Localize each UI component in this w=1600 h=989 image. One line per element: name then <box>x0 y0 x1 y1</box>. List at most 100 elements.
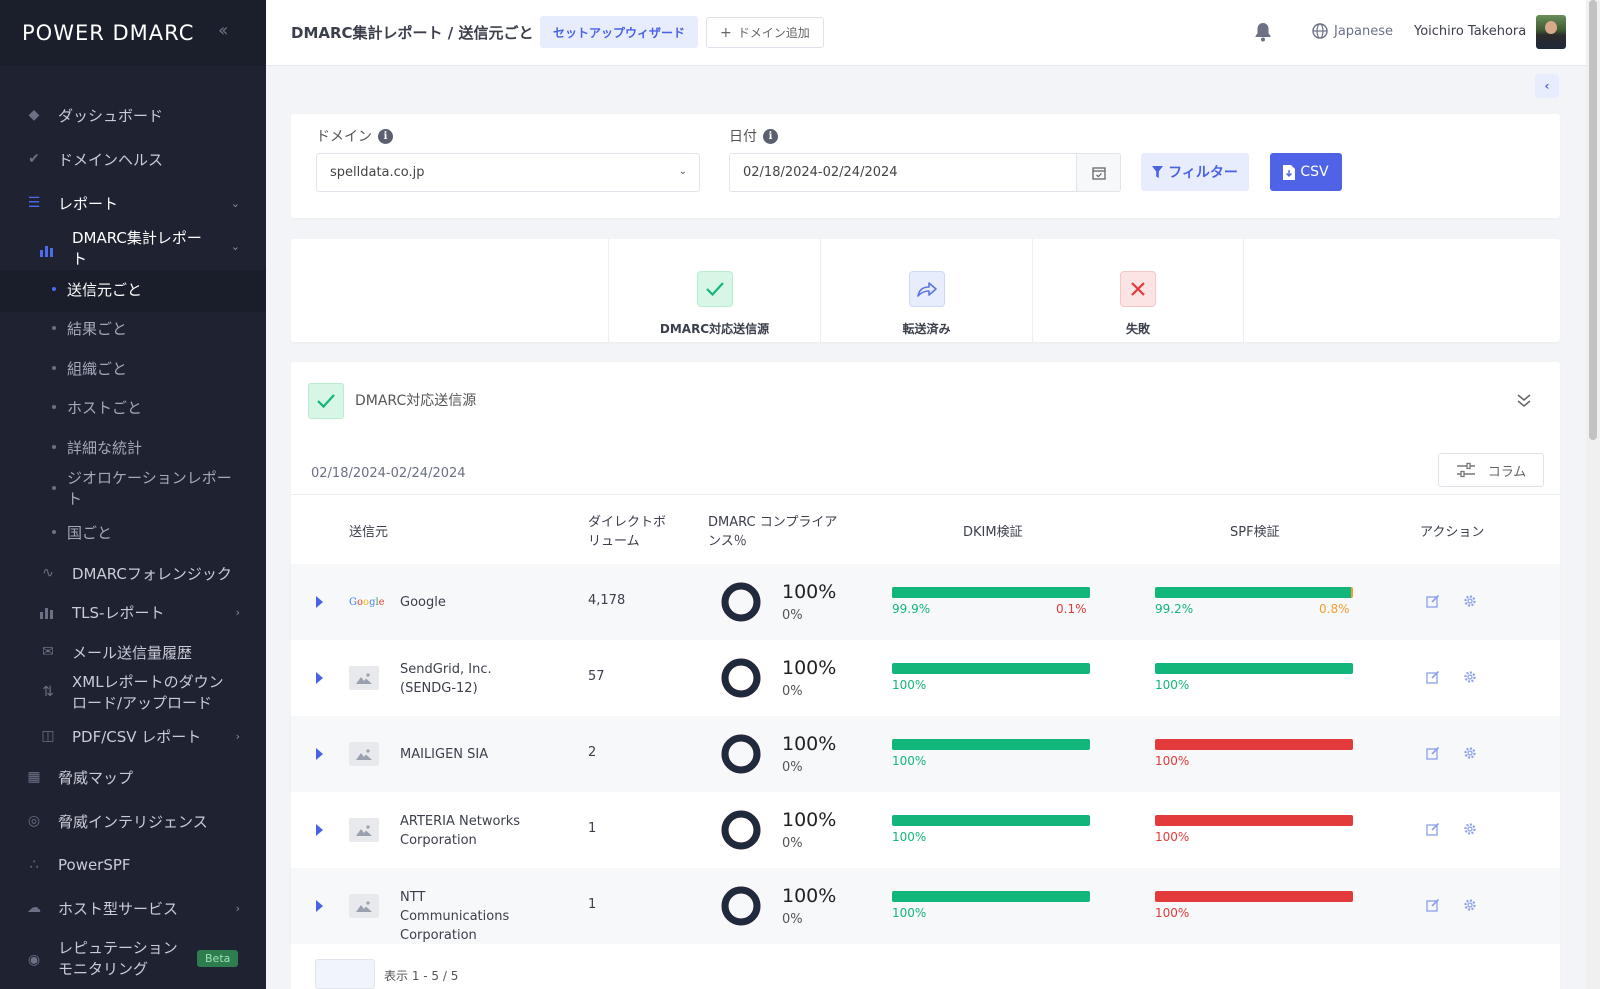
date-range-input[interactable]: 02/18/2024-02/24/2024 <box>729 153 1077 192</box>
sidebar-item-label: TLS-レポート <box>72 603 165 622</box>
subitem-by-host[interactable]: ホストごと <box>52 397 142 418</box>
col-sender[interactable]: 送信元 <box>349 523 388 542</box>
mail-icon: ✉ <box>42 644 54 660</box>
subitem-by-result[interactable]: 結果ごと <box>52 318 127 339</box>
subitem-by-organization[interactable]: 組織ごと <box>52 358 127 379</box>
edit-icon[interactable] <box>1426 822 1440 840</box>
expand-row-icon[interactable] <box>316 596 323 608</box>
expand-row-icon[interactable] <box>316 824 323 836</box>
sidebar-item-threat-intel[interactable]: ◎ 脅威インテリジェンス <box>0 810 266 832</box>
edit-icon[interactable] <box>1426 746 1440 764</box>
language-label: Japanese <box>1334 23 1394 39</box>
sidebar-item-label: XMLレポートのダウンロード/アップロード <box>72 673 224 712</box>
expand-row-icon[interactable] <box>316 748 323 760</box>
sender-name[interactable]: Google <box>400 593 535 612</box>
pagination-control[interactable] <box>315 959 375 989</box>
table-row[interactable]: Google Google 4,178 100% 0% 99.9% 0.1% 99.2% 0.8… <box>291 564 1560 640</box>
col-dmarc-compliance[interactable]: DMARC コンプライアンス％ <box>708 513 848 551</box>
columns-button[interactable]: コラム <box>1438 453 1544 487</box>
table-row[interactable]: MAILIGEN SIA 2 100% 0% 100% 100% <box>291 716 1560 792</box>
sender-name[interactable]: NTT Communications Corporation <box>400 888 535 945</box>
subitem-label: 国ごと <box>67 524 113 542</box>
beta-badge: Beta <box>197 950 239 967</box>
subitem-geolocation[interactable]: ジオロケーションレポート <box>52 468 242 510</box>
table-row[interactable]: SendGrid, Inc. (SENDG-12) 57 100% 0% 100% 100… <box>291 640 1560 716</box>
scrollbar[interactable] <box>1586 0 1600 989</box>
expand-row-icon[interactable] <box>316 900 323 912</box>
double-chevron-down-icon[interactable] <box>1516 392 1532 412</box>
language-selector[interactable]: Japanese <box>1312 23 1393 39</box>
dkim-bar-fill <box>892 739 1090 750</box>
sender-name[interactable]: SendGrid, Inc. (SENDG-12) <box>400 660 535 698</box>
subitem-by-country[interactable]: 国ごと <box>52 522 112 543</box>
tab-forwarded[interactable]: 転送済み <box>820 239 1032 342</box>
tab-dmarc-compliant[interactable]: DMARC対応送信源 <box>608 239 820 342</box>
table-row[interactable]: NTT Communications Corporation 1 100% 0% 100… <box>291 868 1560 944</box>
noncompliance-percent: 0% <box>782 760 803 775</box>
info-icon[interactable]: i <box>763 128 778 144</box>
sidebar-item-powerspf[interactable]: ∴ PowerSPF <box>0 854 266 876</box>
compliance-donut <box>721 886 761 926</box>
sidebar-item-label: ダッシュボード <box>58 106 164 125</box>
sidebar-item-hosted-services[interactable]: ☁ ホスト型サービス › <box>0 897 266 919</box>
gear-icon[interactable] <box>1463 898 1477 916</box>
calendar-icon[interactable] <box>1076 153 1121 192</box>
sidebar-item-tls-report[interactable]: TLS-レポート › <box>0 601 266 623</box>
csv-export-button[interactable]: CSV <box>1270 153 1342 191</box>
sidebar-item-dmarc-forensic[interactable]: ∿ DMARCフォレンジック <box>0 562 266 584</box>
add-domain-button[interactable]: + ドメイン追加 <box>706 17 824 48</box>
subitem-label: 結果ごと <box>67 320 128 338</box>
chevron-left-icon[interactable]: ‹ <box>1535 74 1559 98</box>
sidebar-item-mail-volume[interactable]: ✉ メール送信量履歴 <box>0 641 266 663</box>
col-dkim[interactable]: DKIM検証 <box>963 523 1023 542</box>
globe-icon <box>1312 23 1328 39</box>
date-range-value: 02/18/2024-02/24/2024 <box>743 165 898 180</box>
col-spf[interactable]: SPF検証 <box>1230 523 1280 542</box>
scrollbar-thumb[interactable] <box>1589 0 1597 440</box>
bullet-dot <box>52 530 56 534</box>
subitem-label: ジオロケーションレポート <box>67 469 232 508</box>
gear-icon[interactable] <box>1463 594 1477 612</box>
collapse-sidebar-icon[interactable]: ‹‹ <box>218 20 229 41</box>
gear-icon[interactable] <box>1463 670 1477 688</box>
dkim-pass-label: 100% <box>892 754 927 768</box>
setup-wizard-button[interactable]: セットアップウィザード <box>540 16 699 48</box>
sidebar-item-domain-health[interactable]: ✔ ドメインヘルス <box>0 148 266 170</box>
spf-bar <box>1155 891 1353 902</box>
dkim-bar-fill <box>892 815 1090 826</box>
info-icon[interactable]: i <box>378 128 393 144</box>
sidebar-item-threat-map[interactable]: ▦ 脅威マップ <box>0 766 266 788</box>
sender-name[interactable]: ARTERIA Networks Corporation <box>400 812 535 850</box>
sidebar-item-dmarc-aggregate[interactable]: DMARC集計レポート ⌄ <box>0 228 266 272</box>
table-row[interactable]: ARTERIA Networks Corporation 1 100% 0% 100% 1… <box>291 792 1560 868</box>
subitem-detailed-stats[interactable]: 詳細な統計 <box>52 437 142 458</box>
edit-icon[interactable] <box>1426 594 1440 612</box>
user-name[interactable]: Yoichiro Takehora <box>1414 24 1526 39</box>
subitem-label: ホストごと <box>67 399 143 417</box>
direct-volume: 1 <box>588 897 597 912</box>
sidebar-item-reports[interactable]: ☰ レポート ⌄ <box>0 192 266 214</box>
subitem-by-sender[interactable]: 送信元ごと <box>52 279 142 300</box>
spf-pass-label: 100% <box>1155 678 1190 692</box>
avatar[interactable] <box>1536 15 1566 49</box>
edit-icon[interactable] <box>1426 670 1440 688</box>
sender-name[interactable]: MAILIGEN SIA <box>400 745 535 764</box>
noncompliance-percent: 0% <box>782 912 803 927</box>
tab-failed[interactable]: 失敗 <box>1032 239 1244 342</box>
edit-icon[interactable] <box>1426 898 1440 916</box>
direct-volume: 4,178 <box>588 593 626 608</box>
sidebar-item-xml-reports[interactable]: ⇅ XMLレポートのダウンロード/アップロード <box>0 672 266 716</box>
powerdmarc-logo[interactable]: POWER DMARC <box>22 21 194 45</box>
sidebar-item-pdf-csv[interactable]: ◫ PDF/CSV レポート › <box>0 725 266 747</box>
dkim-bar <box>892 739 1090 750</box>
col-direct-volume[interactable]: ダイレクトボリューム <box>588 513 678 551</box>
compliance-donut <box>721 810 761 850</box>
bell-icon[interactable] <box>1254 22 1272 46</box>
expand-row-icon[interactable] <box>316 672 323 684</box>
filter-button[interactable]: フィルター <box>1141 153 1249 191</box>
bullet-dot <box>52 366 56 370</box>
gear-icon[interactable] <box>1463 746 1477 764</box>
sidebar-item-dashboard[interactable]: ◆ ダッシュボード <box>0 104 266 126</box>
gear-icon[interactable] <box>1463 822 1477 840</box>
domain-select[interactable]: spelldata.co.jp ⌄ <box>316 153 700 192</box>
